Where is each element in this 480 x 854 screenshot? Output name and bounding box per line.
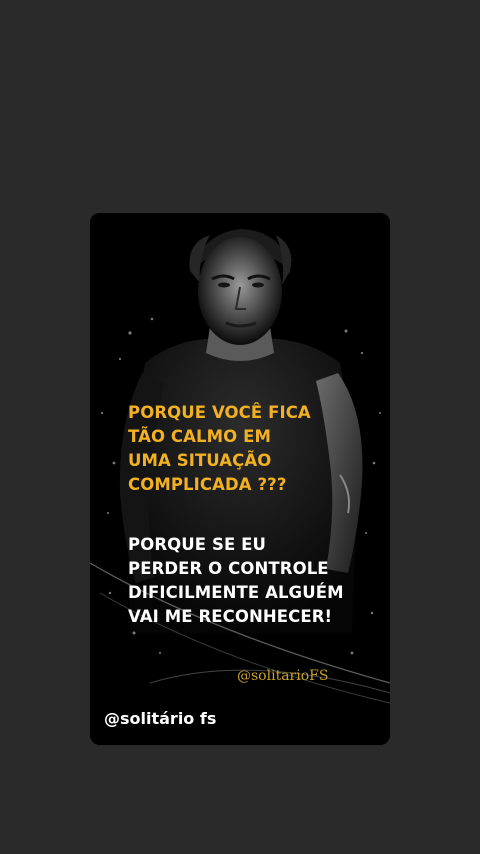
story-viewer: PORQUE VOCÊ FICA TÃO CALMO EM UMA SITUAÇ…	[0, 0, 480, 854]
question-line: COMPLICADA ???	[128, 475, 287, 494]
answer-text: PORQUE SE EU PERDER O CONTROLE DIFICILME…	[128, 533, 378, 629]
answer-line: PERDER O CONTROLE	[128, 559, 329, 578]
answer-line: PORQUE SE EU	[128, 535, 267, 554]
question-line: PORQUE VOCÊ FICA	[128, 403, 311, 422]
answer-line: DIFICILMENTE ALGUÉM	[128, 583, 344, 602]
question-line: UMA SITUAÇÃO	[128, 451, 272, 470]
story-card[interactable]: PORQUE VOCÊ FICA TÃO CALMO EM UMA SITUAÇ…	[90, 213, 390, 745]
answer-line: VAI ME RECONHECER!	[128, 607, 333, 626]
question-line: TÃO CALMO EM	[128, 427, 271, 446]
question-text: PORQUE VOCÊ FICA TÃO CALMO EM UMA SITUAÇ…	[128, 401, 378, 497]
watermark-text: @solitarioFS	[237, 668, 329, 684]
author-handle[interactable]: @solitário fs	[104, 709, 216, 728]
